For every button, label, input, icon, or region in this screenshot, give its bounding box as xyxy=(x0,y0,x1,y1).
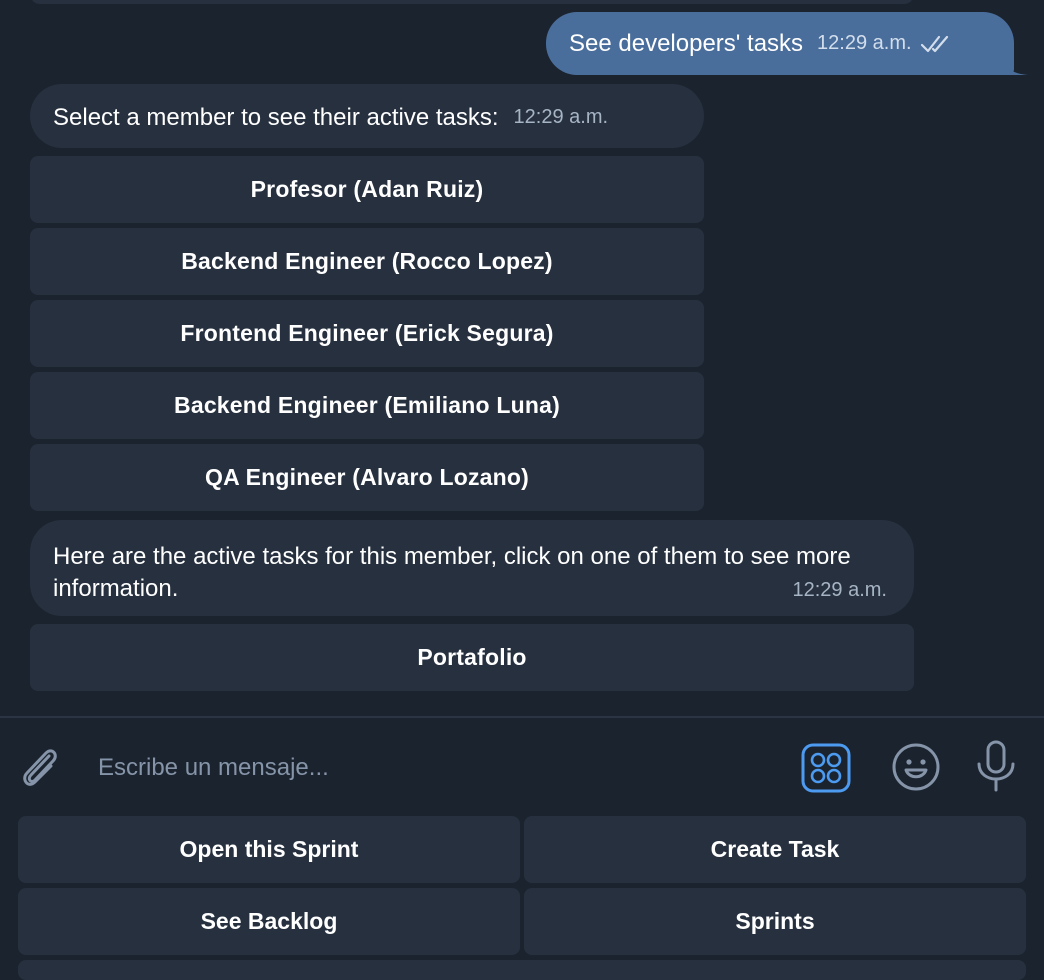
outgoing-message-time: 12:29 a.m. xyxy=(817,32,912,54)
bot-keyboard-icon[interactable] xyxy=(801,743,851,793)
reply-see-backlog-button[interactable]: See Backlog xyxy=(18,888,520,955)
message-input[interactable]: Escribe un mensaje... xyxy=(98,754,329,782)
message-composer: Escribe un mensaje... xyxy=(0,718,1044,816)
incoming-message-text: Here are the active tasks for this membe… xyxy=(53,543,851,602)
reply-create-task-button[interactable]: Create Task xyxy=(524,816,1026,883)
member-button-5[interactable]: QA Engineer (Alvaro Lozano) xyxy=(30,444,704,511)
incoming-message-select-member: Select a member to see their active task… xyxy=(30,84,704,148)
outgoing-message-meta: 12:29 a.m. xyxy=(817,32,952,55)
paperclip-icon[interactable] xyxy=(14,742,64,792)
chat-history: See developers' tasks 12:29 a.m. Select … xyxy=(0,0,1044,716)
reply-sprints-button[interactable]: Sprints xyxy=(524,888,1026,955)
incoming-message-text: Select a member to see their active task… xyxy=(53,104,499,131)
double-check-icon xyxy=(920,35,948,52)
reply-next-row-button[interactable] xyxy=(18,960,1026,980)
member-button-3[interactable]: Frontend Engineer (Erick Segura) xyxy=(30,300,704,367)
task-button-portafolio[interactable]: Portafolio xyxy=(30,624,914,691)
bubble-tail xyxy=(1000,55,1028,75)
reply-open-sprint-button[interactable]: Open this Sprint xyxy=(18,816,520,883)
outgoing-message: See developers' tasks 12:29 a.m. xyxy=(546,12,1014,75)
emoji-icon[interactable] xyxy=(891,742,941,792)
member-button-2[interactable]: Backend Engineer (Rocco Lopez) xyxy=(30,228,704,295)
incoming-message-time: 12:29 a.m. xyxy=(792,579,887,601)
previous-inline-button[interactable] xyxy=(30,0,914,4)
incoming-message-active-tasks: Here are the active tasks for this membe… xyxy=(30,520,914,616)
member-button-4[interactable]: Backend Engineer (Emiliano Luna) xyxy=(30,372,704,439)
microphone-icon[interactable] xyxy=(973,740,1019,794)
outgoing-message-text: See developers' tasks xyxy=(569,29,804,57)
incoming-message-time: 12:29 a.m. xyxy=(513,106,609,128)
member-button-1[interactable]: Profesor (Adan Ruiz) xyxy=(30,156,704,223)
